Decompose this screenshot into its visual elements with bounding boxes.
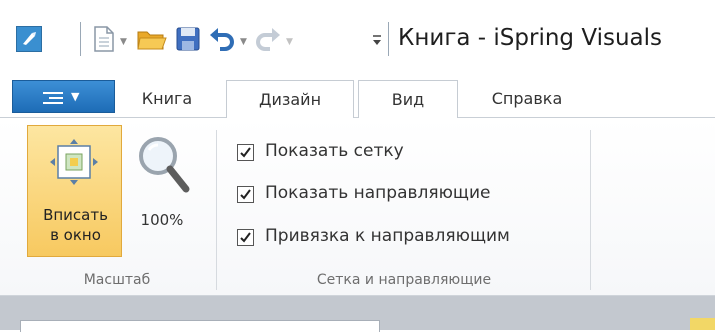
undo-icon[interactable] bbox=[208, 24, 236, 54]
show-grid-checkbox[interactable] bbox=[237, 144, 254, 161]
snap-to-guides-checkbox-row[interactable]: Привязка к направляющим bbox=[237, 226, 577, 252]
group-separator bbox=[590, 130, 591, 290]
show-guides-label: Показать направляющие bbox=[265, 183, 491, 203]
tab-label: Дизайн bbox=[258, 90, 322, 109]
customize-icon[interactable] bbox=[370, 24, 384, 54]
fit-to-window-icon bbox=[49, 138, 99, 186]
title-bar: ▼ ▼ ▼ Книга - iSpring Visuals bbox=[0, 0, 715, 72]
tab-label: Вид bbox=[391, 90, 425, 109]
group-label-scale: Масштаб bbox=[83, 272, 151, 288]
fit-to-window-button[interactable]: Вписать в окно bbox=[27, 125, 122, 257]
group-label-grid-guides: Сетка и направляющие bbox=[316, 272, 492, 288]
window-title: Книга - iSpring Visuals bbox=[398, 25, 662, 51]
new-dropdown-icon[interactable]: ▼ bbox=[120, 37, 127, 47]
tab-label: Справка bbox=[491, 89, 563, 108]
title-separator bbox=[388, 22, 389, 56]
magnifier-icon bbox=[136, 134, 192, 200]
redo-icon[interactable] bbox=[254, 24, 282, 54]
tab-view[interactable]: Вид bbox=[358, 80, 458, 119]
zoom-label: 100% bbox=[140, 211, 184, 229]
tab-help[interactable]: Справка bbox=[462, 80, 592, 118]
show-guides-checkbox-row[interactable]: Показать направляющие bbox=[237, 183, 557, 209]
chevron-down-icon: ▼ bbox=[71, 90, 80, 103]
slide-panel[interactable] bbox=[20, 320, 380, 332]
tab-design[interactable]: Дизайн bbox=[226, 80, 354, 118]
snap-to-guides-checkbox[interactable] bbox=[237, 229, 254, 246]
new-document-icon[interactable] bbox=[92, 24, 116, 54]
save-icon[interactable] bbox=[174, 24, 202, 54]
menu-icon bbox=[43, 92, 63, 104]
show-guides-checkbox[interactable] bbox=[237, 186, 254, 203]
fit-button-label-line1: Вписать bbox=[43, 206, 108, 224]
tab-book[interactable]: Книга bbox=[118, 80, 216, 118]
file-menu-button[interactable]: ▼ bbox=[12, 80, 115, 113]
redo-dropdown-icon[interactable]: ▼ bbox=[286, 37, 293, 47]
group-separator bbox=[216, 130, 217, 290]
tab-label: Книга bbox=[141, 89, 193, 108]
show-grid-checkbox-row[interactable]: Показать сетку bbox=[237, 141, 457, 167]
snap-to-guides-label: Привязка к направляющим bbox=[265, 226, 510, 246]
open-folder-icon[interactable] bbox=[136, 24, 168, 54]
fit-button-label-line2: в окно bbox=[50, 226, 101, 244]
quick-access-separator bbox=[80, 22, 81, 56]
show-grid-label: Показать сетку bbox=[265, 141, 404, 161]
undo-dropdown-icon[interactable]: ▼ bbox=[240, 37, 247, 47]
zoom-100-button[interactable]: 100% bbox=[130, 126, 194, 256]
app-logo-icon[interactable] bbox=[16, 26, 42, 52]
workspace-accent bbox=[690, 318, 715, 330]
